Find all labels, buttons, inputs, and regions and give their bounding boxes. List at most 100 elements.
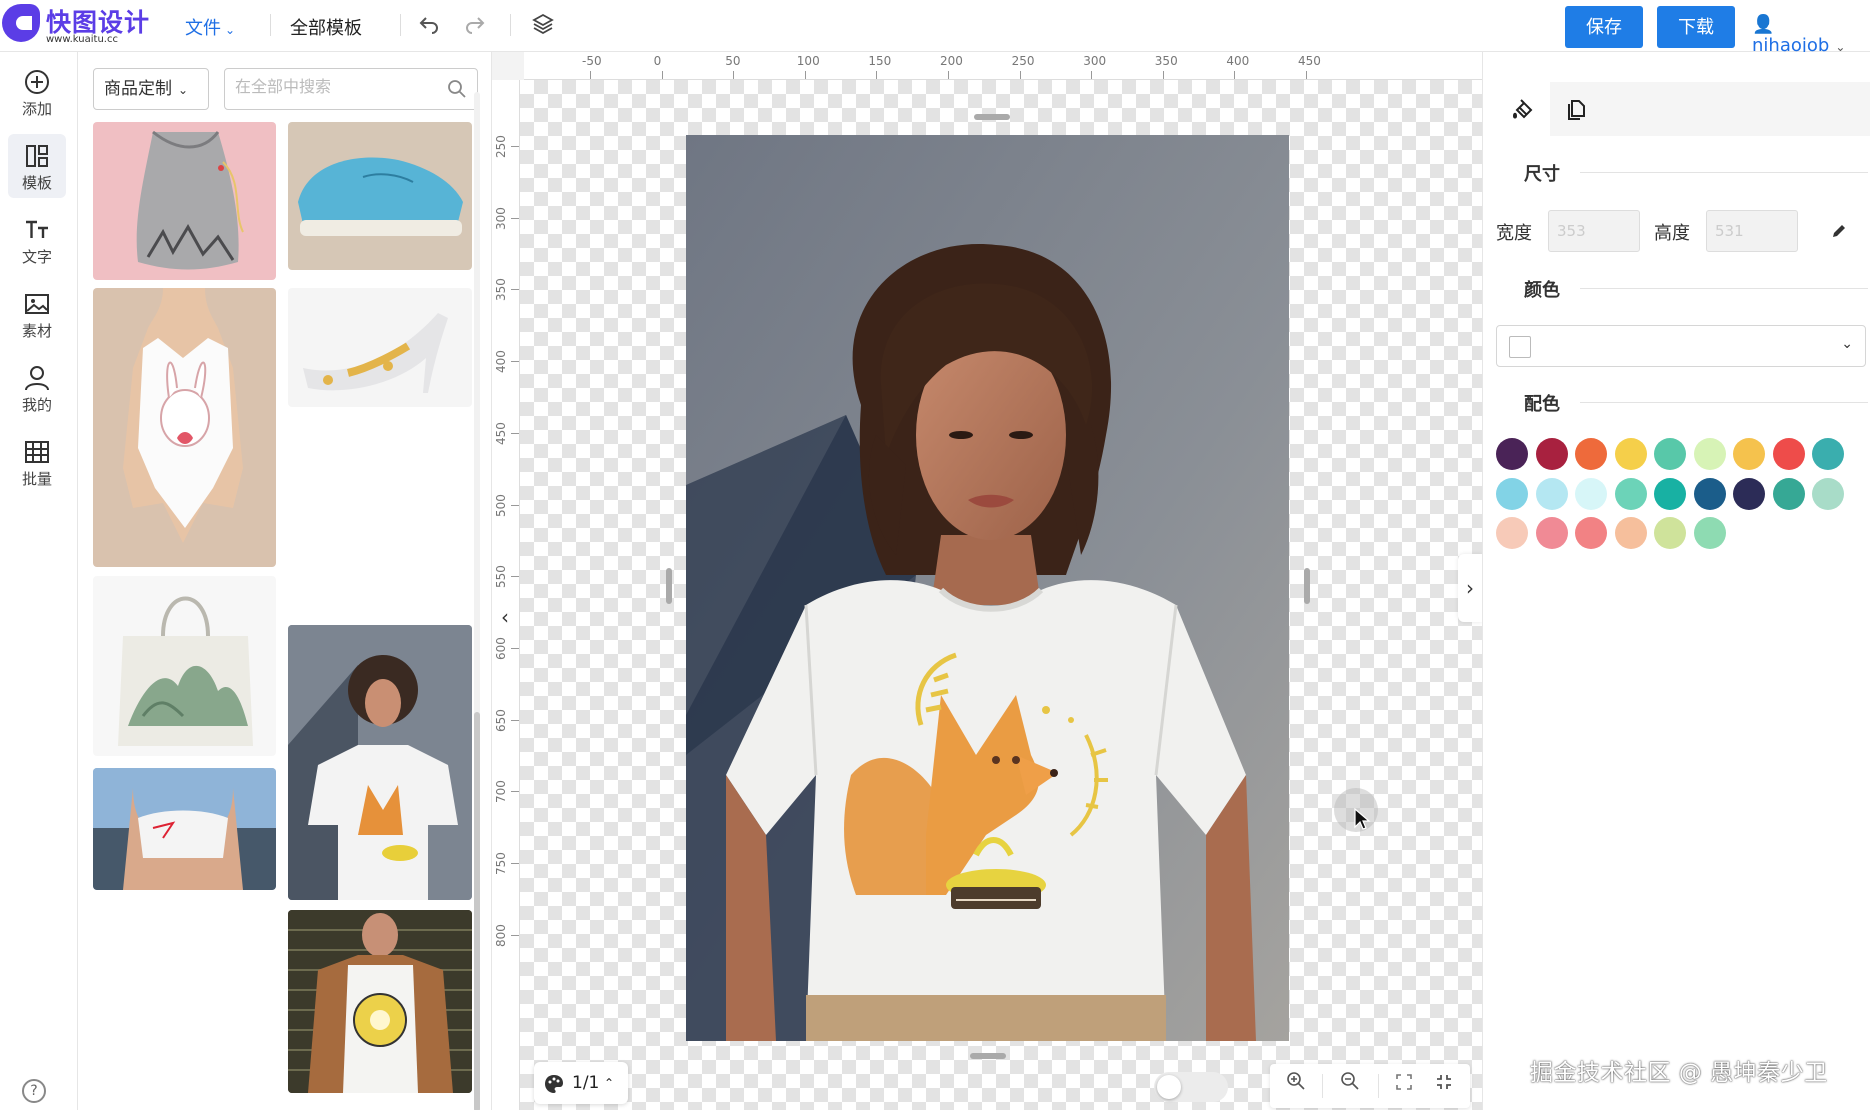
palette-color-swatch[interactable] bbox=[1772, 438, 1805, 470]
ruler-label: 350 bbox=[494, 278, 508, 302]
toolbar-divider bbox=[400, 14, 401, 36]
file-menu[interactable]: 文件 ⌄ bbox=[185, 14, 235, 40]
ruler-tick bbox=[511, 934, 519, 936]
search-input[interactable] bbox=[235, 69, 435, 107]
sidebar-item-add[interactable]: 添加 bbox=[8, 60, 66, 124]
width-input[interactable]: 353 bbox=[1548, 210, 1640, 252]
user-menu[interactable]: 👤 nihaojob ⌄ bbox=[1752, 14, 1870, 56]
sidebar-item-label: 添加 bbox=[21, 100, 52, 118]
palette-color-swatch[interactable] bbox=[1654, 477, 1686, 510]
palette-section-title: 配色 bbox=[1524, 394, 1560, 415]
ruler-label: 800 bbox=[494, 923, 508, 947]
ruler-label: 750 bbox=[494, 852, 508, 875]
zoom-out-icon[interactable] bbox=[1328, 1064, 1372, 1108]
resize-handle-top[interactable] bbox=[974, 114, 1010, 120]
template-thumbnail-tote-bag[interactable] bbox=[93, 576, 276, 756]
template-thumbnail-high-heel[interactable] bbox=[288, 288, 472, 407]
toolbar-divider bbox=[1378, 1074, 1379, 1098]
scrollbar-thumb[interactable] bbox=[474, 712, 480, 1110]
tote-bag-image bbox=[118, 596, 253, 746]
plus-circle-icon bbox=[25, 70, 49, 94]
template-thumbnail-drawstring-bag[interactable] bbox=[93, 122, 276, 280]
drawstring-bag-image bbox=[136, 130, 244, 270]
palette-color-swatch[interactable] bbox=[1614, 438, 1647, 470]
toolbar-divider bbox=[270, 14, 271, 36]
resize-handle-bottom[interactable] bbox=[970, 1053, 1006, 1059]
ruler-tick bbox=[511, 576, 519, 578]
ruler-tick bbox=[1306, 71, 1307, 79]
sidebar-item-batch[interactable]: 批量 bbox=[8, 430, 66, 494]
ruler-tick bbox=[590, 71, 591, 79]
palette-color-swatch[interactable] bbox=[1812, 477, 1844, 510]
collapse-right-panel-button[interactable]: › bbox=[1458, 554, 1482, 622]
template-thumbnail-sneaker[interactable] bbox=[288, 122, 472, 270]
panel-scrollbar[interactable] bbox=[474, 92, 480, 1110]
palette-color-swatch[interactable] bbox=[1812, 438, 1844, 470]
palette-color-swatch[interactable] bbox=[1535, 438, 1568, 470]
size-section-title: 尺寸 bbox=[1524, 164, 1560, 185]
preview-toggle[interactable] bbox=[1154, 1072, 1228, 1102]
redo-icon[interactable] bbox=[462, 12, 488, 38]
palette-color-swatch[interactable] bbox=[1693, 477, 1726, 510]
all-templates-menu[interactable]: 全部模板 bbox=[290, 14, 362, 40]
tshirt-woman-image bbox=[288, 625, 472, 900]
palette-color-swatch[interactable] bbox=[1654, 517, 1686, 549]
sidebar-item-materials[interactable]: 素材 bbox=[8, 282, 66, 346]
edit-size-icon[interactable] bbox=[1830, 222, 1848, 245]
template-thumbnail-tshirt-woman-fox[interactable] bbox=[288, 625, 472, 900]
background-icon[interactable] bbox=[1498, 82, 1550, 136]
undo-icon[interactable] bbox=[416, 12, 442, 38]
palette-color-swatch[interactable] bbox=[1535, 517, 1568, 549]
ruler-label: 400 bbox=[1226, 54, 1250, 68]
palette-color-swatch[interactable] bbox=[1575, 517, 1607, 549]
sidebar-item-mine[interactable]: 我的 bbox=[8, 356, 66, 420]
sidebar-item-text[interactable]: 文字 bbox=[8, 208, 66, 272]
palette-color-swatch[interactable] bbox=[1535, 477, 1568, 510]
app-logo[interactable]: 快图设计 www.kuaitu.cc bbox=[0, 0, 165, 50]
palette-color-swatch[interactable] bbox=[1772, 477, 1805, 510]
background-color-select[interactable]: ⌄ bbox=[1496, 325, 1866, 367]
save-button[interactable]: 保存 bbox=[1565, 6, 1643, 48]
resize-handle-right[interactable] bbox=[1304, 568, 1310, 604]
template-thumbnail-tshirt-man-jacket[interactable] bbox=[288, 910, 472, 1093]
resize-handle-left[interactable] bbox=[666, 568, 672, 604]
sidebar-item-templates[interactable]: 模板 bbox=[8, 134, 66, 198]
chevron-down-icon: ⌄ bbox=[225, 23, 236, 37]
layers-icon[interactable] bbox=[530, 12, 556, 38]
fit-screen-icon[interactable] bbox=[1382, 1064, 1426, 1108]
search-icon[interactable] bbox=[447, 79, 467, 99]
shrink-icon[interactable] bbox=[1422, 1064, 1466, 1108]
palette-color-swatch[interactable] bbox=[1575, 477, 1607, 510]
file-menu-label: 文件 bbox=[185, 18, 221, 39]
collapse-left-panel-button[interactable]: ‹ bbox=[492, 600, 518, 634]
design-artboard[interactable] bbox=[686, 135, 1289, 1041]
template-thumbnail-sports-top[interactable] bbox=[93, 768, 276, 890]
palette-color-swatch[interactable] bbox=[1614, 477, 1647, 510]
palette-color-swatch[interactable] bbox=[1733, 477, 1765, 510]
category-select[interactable]: 商品定制 ⌄ bbox=[93, 68, 209, 110]
palette-color-swatch[interactable] bbox=[1496, 477, 1528, 510]
height-input[interactable]: 531 bbox=[1706, 210, 1798, 252]
help-icon[interactable]: ? bbox=[22, 1079, 46, 1103]
palette-color-swatch[interactable] bbox=[1496, 438, 1528, 470]
tshirt-model-photo bbox=[686, 135, 1289, 1041]
ruler-tick bbox=[511, 504, 519, 506]
palette-color-swatch[interactable] bbox=[1693, 438, 1726, 470]
palette-color-swatch[interactable] bbox=[1693, 517, 1726, 549]
section-divider bbox=[1580, 402, 1868, 403]
palette-color-swatch[interactable] bbox=[1733, 438, 1765, 470]
layout-icon bbox=[26, 145, 48, 167]
palette-color-swatch[interactable] bbox=[1654, 438, 1686, 470]
template-thumbnail-bodysuit[interactable] bbox=[93, 288, 276, 567]
palette-color-swatch[interactable] bbox=[1614, 517, 1647, 549]
properties-panel bbox=[1482, 52, 1870, 1110]
toolbar-divider bbox=[1322, 1074, 1323, 1098]
palette-color-swatch[interactable] bbox=[1496, 517, 1528, 549]
width-label: 宽度 bbox=[1496, 223, 1532, 244]
copy-page-icon[interactable] bbox=[1550, 82, 1602, 136]
ruler-tick bbox=[1091, 71, 1093, 79]
download-button[interactable]: 下载 bbox=[1657, 6, 1735, 48]
zoom-in-icon[interactable] bbox=[1274, 1064, 1318, 1108]
page-indicator[interactable]: 1/1 ⌃ bbox=[534, 1062, 628, 1104]
palette-color-swatch[interactable] bbox=[1575, 438, 1607, 470]
